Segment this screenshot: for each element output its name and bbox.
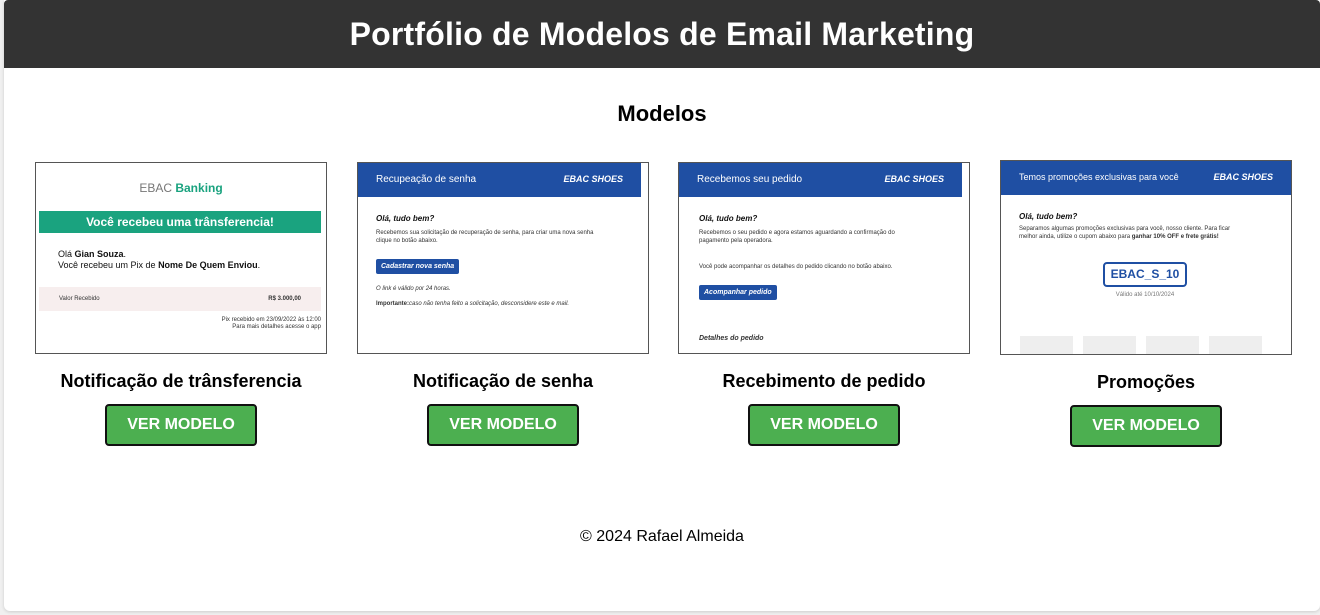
shoes-header: Temos promoções exclusivas para você EBA… [1001, 161, 1291, 195]
product-thumb [1209, 336, 1262, 354]
cta-button: Cadastrar nova senha [376, 259, 460, 274]
value-row: Valor Recebido R$ 3.000,00 [39, 287, 321, 311]
coupon-code: EBAC_S_10 [1103, 262, 1187, 287]
footer: © 2024 Rafael Almeida [580, 528, 744, 545]
card-promo: Temos promoções exclusivas para você EBA… [1000, 160, 1292, 447]
site-title: Portfólio de Modelos de Email Marketing [349, 15, 975, 52]
transfer-line: Você recebeu um Pix de Nome De Quem Envi… [58, 260, 261, 270]
view-model-button[interactable]: VER MODELO [427, 404, 579, 446]
card-title: Recebimento de pedido [722, 371, 926, 391]
view-model-button[interactable]: VER MODELO [1070, 405, 1222, 447]
page: Portfólio de Modelos de Email Marketing … [4, 0, 1320, 611]
transfer-greeting: Olá Gian Souza. [58, 249, 127, 259]
card-title: Notificação de senha [412, 371, 594, 391]
card-title: Promoções [1096, 372, 1196, 392]
view-model-button[interactable]: VER MODELO [748, 404, 900, 446]
card-order: Recebemos seu pedido EBAC SHOES Olá, tud… [678, 162, 970, 446]
product-thumb [1020, 336, 1073, 354]
card-password: Recupeação de senha EBAC SHOES Olá, tudo… [357, 162, 649, 446]
card-transfer: EBAC Banking Você recebeu uma trânsferen… [35, 162, 327, 446]
preview-password[interactable]: Recupeação de senha EBAC SHOES Olá, tudo… [357, 162, 649, 354]
section-title: Modelos [617, 101, 707, 126]
transfer-banner: Você recebeu uma trânsferencia! [39, 211, 321, 233]
model-cards: EBAC Banking Você recebeu uma trânsferen… [4, 160, 1320, 460]
cta-button: Acompanhar pedido [699, 285, 777, 300]
shoes-header: Recupeação de senha EBAC SHOES [358, 163, 641, 197]
site-header: Portfólio de Modelos de Email Marketing [4, 0, 1320, 68]
product-thumb [1146, 336, 1199, 354]
shoes-header: Recebemos seu pedido EBAC SHOES [679, 163, 962, 197]
view-model-button[interactable]: VER MODELO [105, 404, 257, 446]
banking-logo: EBAC Banking [139, 181, 223, 195]
product-thumb [1083, 336, 1136, 354]
preview-promo[interactable]: Temos promoções exclusivas para você EBA… [1000, 160, 1292, 355]
preview-transfer[interactable]: EBAC Banking Você recebeu uma trânsferen… [35, 162, 327, 354]
card-title: Notificação de trânsferencia [60, 371, 302, 391]
preview-order[interactable]: Recebemos seu pedido EBAC SHOES Olá, tud… [678, 162, 970, 354]
